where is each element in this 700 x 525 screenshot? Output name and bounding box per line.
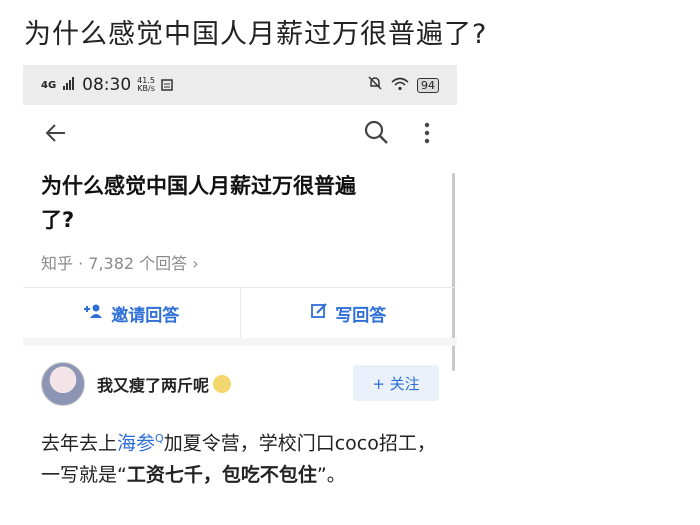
search-icon[interactable] bbox=[363, 119, 389, 149]
section-divider bbox=[23, 338, 457, 346]
wifi-icon bbox=[391, 76, 409, 95]
action-bar: 邀请回答 写回答 bbox=[23, 287, 457, 339]
badge-icon bbox=[213, 375, 232, 393]
answer-count: · 7,382 个回答 › bbox=[78, 254, 199, 273]
battery-icon: 94 bbox=[417, 77, 439, 93]
avatar[interactable] bbox=[41, 362, 85, 406]
status-bar: 4G 08:30 41.5 KB/s 94 bbox=[23, 65, 457, 105]
invite-answer-label: 邀请回答 bbox=[111, 305, 180, 326]
more-options-icon[interactable] bbox=[423, 122, 431, 148]
write-answer-button[interactable]: 写回答 bbox=[239, 288, 458, 338]
clock: 08:30 bbox=[82, 75, 132, 95]
invite-answer-button[interactable]: 邀请回答 bbox=[23, 288, 240, 338]
answer-text[interactable]: 去年去上海参Q加夏令营，学校门口coco招工，一写就是“工资七千，包吃不包住”。 bbox=[41, 423, 441, 491]
invite-user-icon bbox=[83, 303, 103, 324]
back-arrow-icon[interactable] bbox=[45, 121, 67, 151]
signal-icon bbox=[62, 76, 76, 95]
edit-icon bbox=[311, 302, 327, 324]
search-hint-icon: Q bbox=[155, 432, 164, 445]
phone-screenshot: 4G 08:30 41.5 KB/s 94 为什么感觉中国人月薪过万很普遍 了?… bbox=[23, 65, 457, 525]
follow-button[interactable]: + 关注 bbox=[353, 365, 439, 401]
net-speed: 41.5 KB/s bbox=[137, 76, 155, 93]
write-answer-label: 写回答 bbox=[335, 305, 387, 326]
app-toolbar bbox=[23, 105, 457, 167]
source-label: 知乎 bbox=[41, 254, 74, 273]
author-name[interactable]: 我又瘦了两斤呢 bbox=[97, 372, 209, 396]
keyword-link[interactable]: 海参 bbox=[117, 432, 155, 454]
question-meta[interactable]: 知乎 · 7,382 个回答 › bbox=[41, 250, 199, 274]
answer-author[interactable]: 我又瘦了两斤呢 bbox=[41, 362, 232, 406]
post-title: 为什么感觉中国人月薪过万很普遍了? bbox=[24, 19, 488, 50]
notification-icon bbox=[161, 76, 173, 95]
mute-icon bbox=[367, 75, 383, 95]
network-indicator: 4G bbox=[41, 79, 57, 91]
question-title[interactable]: 为什么感觉中国人月薪过万很普遍 了? bbox=[41, 169, 431, 237]
